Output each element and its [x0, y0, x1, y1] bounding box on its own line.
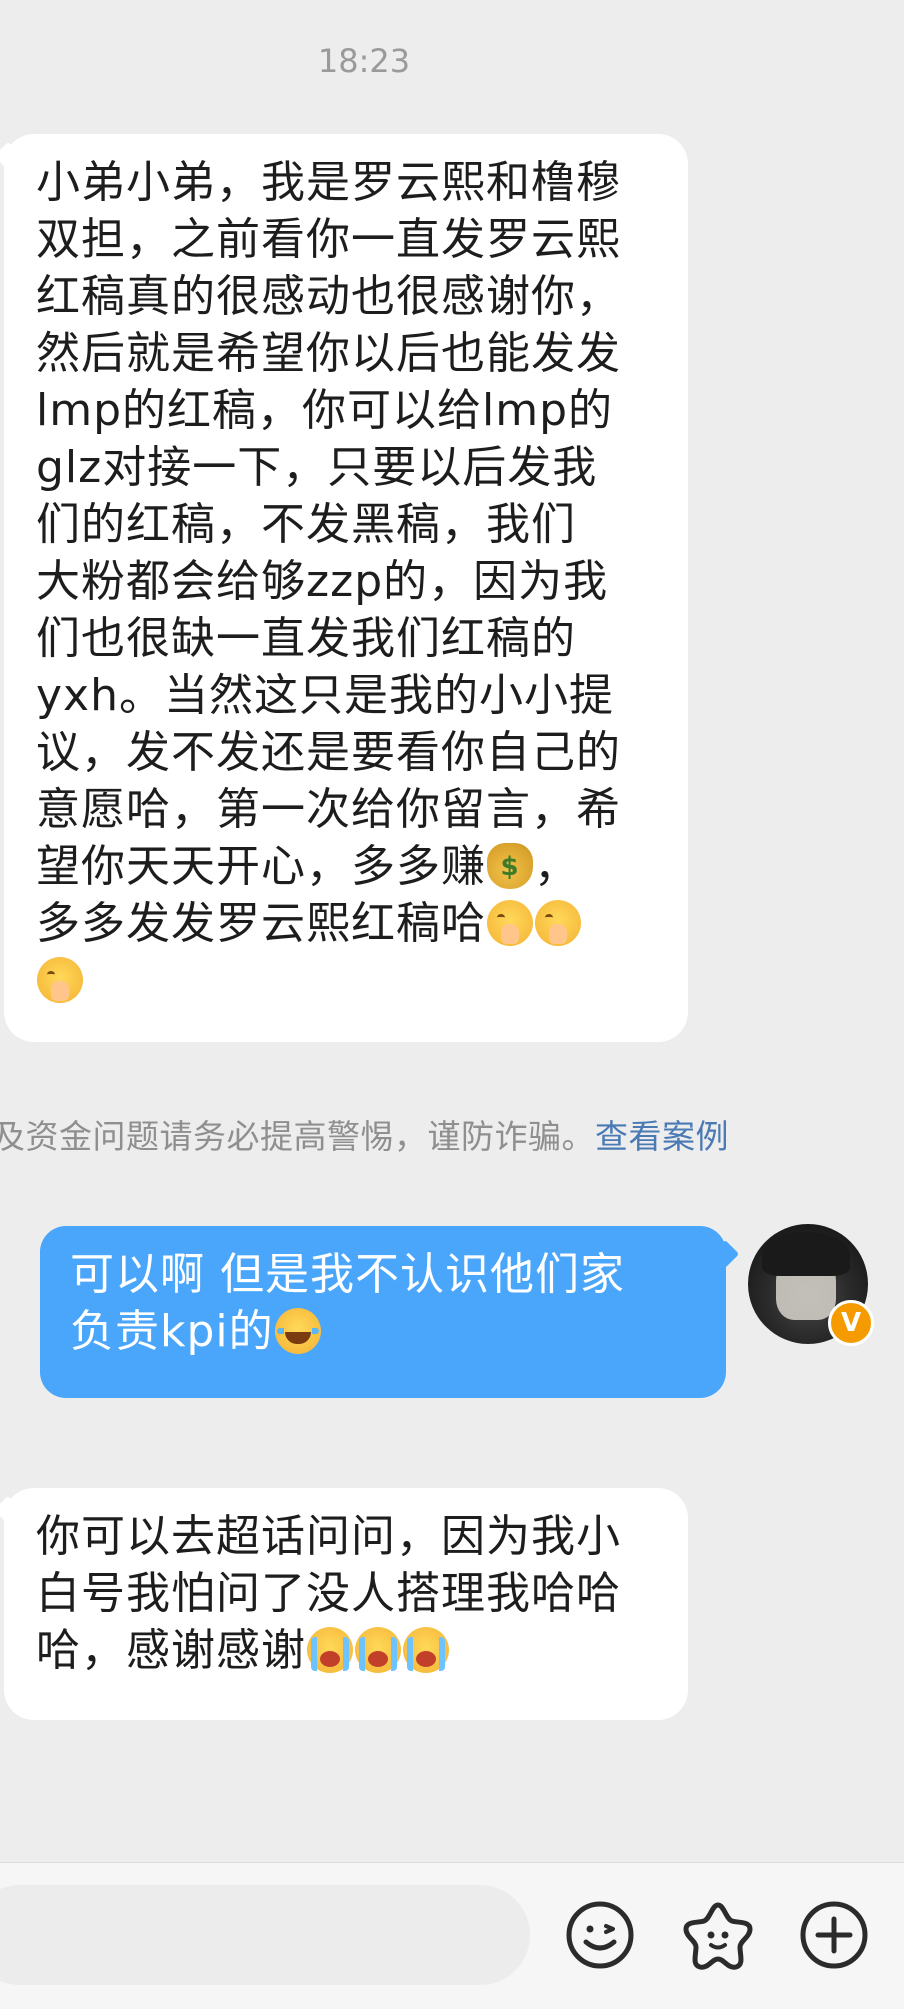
message-line: 们也很缺一直发我们红稿的: [36, 613, 576, 664]
incoming-message-bubble[interactable]: 小弟小弟，我是罗云熙和橹穆 双担，之前看你一直发罗云熙 红稿真的很感动也很感谢你…: [4, 134, 688, 1042]
avatar-cap: [762, 1232, 850, 1276]
message-line: 意愿哈，第一次给你留言，希: [36, 784, 621, 835]
message-line: lmp的红稿，你可以给lmp的: [36, 385, 614, 436]
more-options-button[interactable]: [798, 1899, 870, 1971]
message-line: 可以啊 但是我不认识他们家: [70, 1249, 625, 1300]
message-line-emoji-only: [36, 952, 668, 1009]
loudly-crying-emoji-icon: [403, 1627, 449, 1673]
message-line: 白号我怕问了没人搭理我哈哈: [36, 1568, 621, 1619]
user-avatar[interactable]: V: [748, 1224, 874, 1346]
plus-circle-icon: [800, 1901, 868, 1969]
message-text: 多多发发罗云熙红稿哈: [36, 898, 486, 949]
emoji-button[interactable]: [564, 1899, 636, 1971]
message-line: 红稿真的很感动也很感谢你，: [36, 271, 621, 322]
message-line: yxh。当然这只是我的小小提: [36, 670, 614, 721]
sticker-button[interactable]: [682, 1899, 754, 1971]
message-text: 望你天天开心，多多赚: [36, 841, 486, 892]
pray-face-emoji-icon: [37, 957, 83, 1003]
message-line: 小弟小弟，我是罗云熙和橹穆: [36, 157, 621, 208]
incoming-message-bubble[interactable]: 你可以去超话问问，因为我小 白号我怕问了没人搭理我哈哈 哈，感谢感谢: [4, 1488, 688, 1720]
laughing-crying-emoji-icon: [274, 1308, 321, 1354]
message-input-bar: [0, 1862, 904, 2009]
message-line: glz对接一下，只要以后发我: [36, 442, 598, 493]
message-line: 你可以去超话问问，因为我小: [36, 1511, 621, 1562]
smiley-face-icon: [566, 1901, 634, 1969]
message-line: 议，发不发还是要看你自己的: [36, 727, 621, 778]
message-text: ，: [534, 841, 579, 892]
message-line-with-emoji: 望你天天开心，多多赚 ，: [36, 838, 668, 895]
money-bag-emoji-icon: [487, 843, 533, 889]
security-notice-text: 及资金问题请务必提高警惕，谨防诈骗。: [0, 1117, 595, 1156]
message-line-with-emoji: 多多发发罗云熙红稿哈: [36, 895, 668, 952]
message-line: 们的红稿，不发黑稿，我们: [36, 499, 576, 550]
verified-badge-icon: V: [828, 1300, 874, 1346]
message-line: 然后就是希望你以后也能发发: [36, 328, 621, 379]
message-input[interactable]: [0, 1885, 530, 1985]
sticker-star-icon: [683, 1902, 753, 1970]
view-cases-link[interactable]: 查看案例: [595, 1117, 729, 1156]
message-line: 双担，之前看你一直发罗云熙: [36, 214, 621, 265]
pray-face-emoji-icon: [535, 900, 581, 946]
loudly-crying-emoji-icon: [307, 1627, 353, 1673]
message-text: 负责kpi的: [70, 1306, 274, 1357]
security-notice: 及资金问题请务必提高警惕，谨防诈骗。查看案例: [0, 1110, 729, 1158]
outgoing-message-bubble[interactable]: 可以啊 但是我不认识他们家 负责kpi的: [40, 1226, 726, 1398]
pray-face-emoji-icon: [487, 900, 533, 946]
message-text: 哈，感谢感谢: [36, 1625, 306, 1676]
message-timestamp: 18:23: [317, 42, 411, 80]
message-line-with-emoji: 哈，感谢感谢: [36, 1622, 668, 1679]
message-line: 大粉都会给够zzp的，因为我: [36, 556, 609, 607]
message-line-with-emoji: 负责kpi的: [70, 1303, 702, 1360]
loudly-crying-emoji-icon: [355, 1627, 401, 1673]
